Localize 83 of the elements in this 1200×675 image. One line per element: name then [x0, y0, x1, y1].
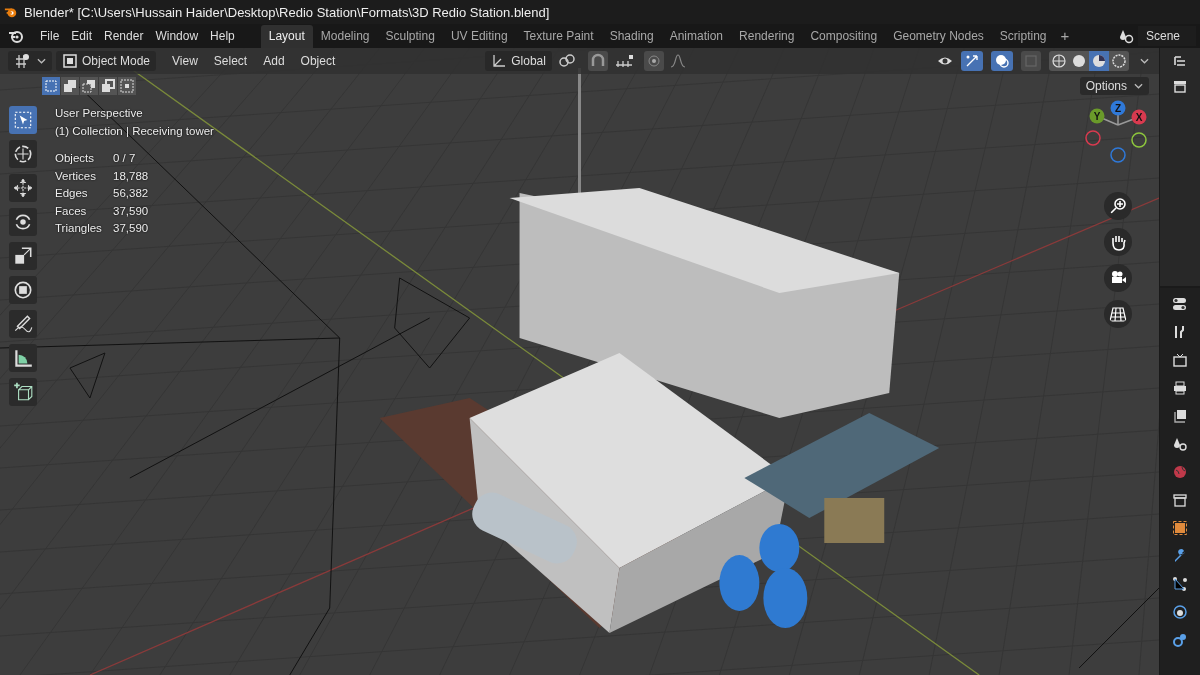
workspace-tab[interactable]: Modeling	[312, 25, 378, 49]
stat-label: Edges	[55, 186, 89, 201]
scene-field[interactable]: Scene	[1138, 26, 1196, 46]
caret-icon	[1134, 83, 1143, 89]
workspace-tab[interactable]: Animation	[661, 25, 732, 49]
object-mode-icon	[62, 53, 78, 69]
cursor-tool-icon[interactable]	[9, 140, 37, 168]
world-properties-icon[interactable]	[1172, 464, 1188, 480]
viewport-menu[interactable]: View	[166, 54, 204, 68]
orientation-dropdown[interactable]: Global	[485, 51, 552, 71]
rotate-tool-icon[interactable]	[9, 208, 37, 236]
stat-value: 18,788	[113, 168, 150, 184]
toggle-switch-icon[interactable]	[1172, 296, 1188, 312]
object-mode-dropdown[interactable]: Object Mode	[56, 51, 157, 71]
select-tool-icon[interactable]	[9, 106, 37, 134]
workspace-tab[interactable]: Compositing	[802, 25, 886, 49]
select-invert-icon[interactable]	[99, 77, 117, 95]
falloff-curve-icon[interactable]	[669, 53, 686, 69]
proportional-edit-icon[interactable]	[643, 51, 664, 71]
output-properties-icon[interactable]	[1172, 380, 1188, 396]
menu-item[interactable]: File	[34, 29, 66, 43]
generator-drawing	[824, 498, 885, 543]
menu-item[interactable]: Help	[204, 29, 241, 43]
overlays-toggle-icon[interactable]	[991, 51, 1013, 71]
options-dropdown[interactable]: Options	[1079, 77, 1149, 95]
add-workspace-button[interactable]: +	[1054, 26, 1076, 48]
view-layer-properties-icon[interactable]	[1172, 408, 1188, 424]
stat-value: 37,590	[113, 221, 150, 236]
transform-tool-icon[interactable]	[9, 276, 37, 304]
view-name-label: User Perspective	[55, 106, 144, 121]
stat-label: Triangles	[55, 221, 103, 236]
wireframe-shading-icon[interactable]	[1049, 51, 1069, 71]
constraints-properties-icon[interactable]	[1172, 632, 1188, 648]
particles-properties-icon[interactable]	[1172, 576, 1188, 592]
object-properties-icon[interactable]	[1172, 520, 1188, 536]
viewport-menu[interactable]: Select	[207, 54, 254, 68]
material-shading-icon[interactable]	[1089, 51, 1109, 71]
magnet-snap-icon[interactable]	[587, 51, 608, 71]
workspace-tab[interactable]: Geometry Nodes	[885, 25, 992, 49]
rendered-shading-icon[interactable]	[1109, 51, 1129, 71]
scene-icon[interactable]	[1118, 28, 1134, 44]
axes-icon	[491, 53, 508, 69]
window-title: Blender* [C:\Users\Hussain Haider\Desktop\Redio Station\Formats\3D Redio Station.blend]	[24, 4, 550, 20]
workspace-tab[interactable]: Sculpting	[377, 25, 443, 49]
stat-value: 56,382	[113, 186, 150, 201]
stat-label: Vertices	[55, 168, 97, 184]
select-intersect-icon[interactable]	[118, 77, 136, 95]
viewport-menu[interactable]: Add	[257, 54, 291, 68]
workspace-tab[interactable]: Rendering	[731, 25, 803, 49]
gizmo-toggle-icon[interactable]	[961, 51, 983, 71]
navigation-gizmo[interactable]: Z Y X	[1083, 100, 1153, 170]
viewport-menu[interactable]: Object	[294, 54, 342, 68]
xray-toggle-icon[interactable]	[1021, 51, 1041, 71]
add-cube-tool-icon[interactable]	[9, 378, 37, 406]
workspace-tab[interactable]: Shading	[601, 25, 662, 49]
physics-properties-icon[interactable]	[1172, 604, 1188, 620]
archive-box-icon[interactable]	[1172, 78, 1188, 94]
workspace-tab[interactable]: Texture Paint	[515, 25, 602, 49]
grid-editor-icon	[14, 53, 30, 69]
select-extend-icon[interactable]	[61, 77, 79, 95]
menu-item[interactable]: Render	[98, 29, 150, 43]
caret-icon[interactable]	[1140, 58, 1149, 64]
stat-value: 0 / 7	[113, 151, 137, 166]
scene-properties-icon[interactable]	[1172, 436, 1188, 452]
render-properties-icon[interactable]	[1172, 352, 1188, 368]
stat-label: Faces	[55, 203, 88, 219]
measure-tool-icon[interactable]	[9, 344, 37, 372]
editor-type-button[interactable]	[8, 51, 52, 71]
stat-label: Objects	[55, 151, 95, 166]
workspace-tab[interactable]: UV Editing	[442, 25, 516, 49]
menu-item[interactable]: Window	[149, 29, 205, 43]
select-subtract-icon[interactable]	[80, 77, 98, 95]
menu-item[interactable]: Edit	[65, 29, 99, 43]
collection-label: (1) Collection | Receiving tower	[55, 124, 214, 139]
caret-icon	[37, 58, 46, 64]
collection-properties-icon[interactable]	[1172, 492, 1188, 508]
scale-tool-icon[interactable]	[9, 242, 37, 270]
annotate-tool-icon[interactable]	[9, 310, 37, 338]
blender-logo-icon[interactable]	[8, 28, 24, 44]
workspace-tab[interactable]: Scripting	[991, 25, 1055, 49]
stat-value: 37,590	[113, 203, 150, 219]
move-tool-icon[interactable]	[9, 174, 37, 202]
workspace-tab[interactable]: Layout	[260, 25, 313, 49]
